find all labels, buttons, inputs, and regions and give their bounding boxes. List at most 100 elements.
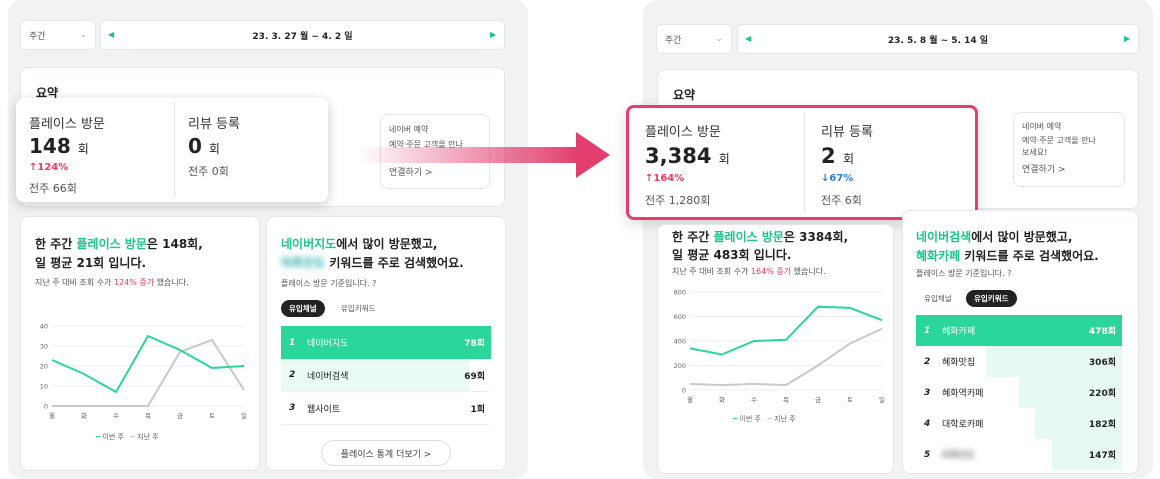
weekly-subtext: 지난 주 대비 조회 수가 124% 증가 했습니다. [35, 278, 189, 287]
row-count: 478회 [1088, 327, 1116, 337]
visits-unit: 회 [77, 142, 89, 156]
table-row: 2 혜화맛집 306회 [916, 346, 1122, 377]
row-rank: 5 [924, 449, 931, 460]
date-range-text: 23. 3. 27 월 ~ 4. 2 일 [252, 31, 353, 42]
row-count: 182회 [1088, 420, 1116, 430]
weekly-headline: 한 주간 플레이스 방문은 3384회, 일 평균 483회 입니다. [672, 230, 849, 262]
row-rank: 3 [924, 387, 931, 398]
y-tick-label: 30 [40, 343, 48, 351]
next-week-icon[interactable]: ▶ [1124, 34, 1130, 43]
row-name: 네이버검색 [307, 371, 349, 382]
y-tick-label: 600 [674, 313, 686, 321]
row-name: 마루끈도 [942, 451, 976, 461]
stats-divider [804, 112, 805, 214]
tab-inflow-channel[interactable]: 유입채널 [916, 290, 960, 307]
next-week-icon[interactable]: ▶ [490, 30, 496, 39]
visits-change: ↑164% [645, 173, 685, 184]
period-select-label: 주간 [29, 31, 46, 42]
reviews-label: 리뷰 등록 [188, 117, 240, 132]
weekly-visits-chart: 0 200 400 600 800 월 화 수 목 금 토 일 [674, 289, 885, 405]
row-name: 혜화카페 [942, 327, 976, 337]
chart-legend: ━ 이번 주 ━ 지난 주 [96, 433, 159, 441]
row-count: 78회 [464, 339, 485, 349]
stats-divider [174, 102, 175, 198]
row-rank: 4 [924, 418, 931, 429]
reviews-number: 2 [821, 144, 836, 168]
more-stats-button[interactable]: 플레이스 통계 더보기 > [321, 440, 451, 466]
row-rank: 1 [289, 337, 296, 348]
y-tick-label: 400 [674, 338, 686, 346]
x-tick-label: 월 [687, 395, 693, 404]
y-tick-label: 40 [40, 323, 48, 331]
prev-week-icon[interactable]: ◀ [108, 30, 114, 39]
weekly-subtext: 지난 주 대비 조회 수가 164% 증가 했습니다. [672, 267, 826, 276]
x-tick-label: 목 [145, 412, 151, 420]
visits-value: 148 회 [29, 134, 89, 158]
tab-inflow-channel[interactable]: 유입채널 [281, 300, 325, 317]
tab-inflow-keyword[interactable]: 유입키워드 [333, 300, 384, 317]
row-count: 69회 [464, 371, 485, 382]
reviews-prev: 전주 0회 [188, 165, 229, 178]
x-tick-label: 수 [113, 412, 119, 420]
reviews-change: ↓67% [821, 173, 854, 184]
x-tick-label: 토 [847, 396, 853, 404]
chart-legend: ━ 이번 주 ━ 지난 주 [733, 415, 796, 423]
visits-prev: 전주 66회 [29, 182, 77, 195]
reviews-label: 리뷰 등록 [821, 125, 873, 140]
basis-note: 플레이스 방문 기준입니다. ? [916, 269, 1012, 278]
table-row: 3 웹사이트 1회 [281, 392, 491, 425]
date-range-text: 23. 5. 8 월 ~ 5. 14 일 [887, 35, 989, 46]
x-tick-label: 일 [879, 395, 885, 404]
reviews-unit: 회 [208, 142, 220, 156]
reviews-prev: 전주 6회 [821, 194, 862, 207]
row-rank: 2 [289, 370, 296, 380]
row-count: 147회 [1088, 451, 1116, 461]
period-select-label: 주간 [665, 35, 682, 46]
row-rank: 3 [289, 403, 296, 413]
table-row: 2 네이버검색 69회 [281, 359, 491, 392]
visits-number: 3,384 [645, 144, 712, 168]
x-tick-label: 금 [177, 412, 183, 420]
visits-value: 3,384 회 [645, 144, 730, 168]
naver-booking-link[interactable]: 연결하기 > [1022, 162, 1066, 175]
prev-week-icon[interactable]: ◀ [745, 34, 751, 43]
transition-arrow-icon [358, 132, 610, 178]
x-tick-label: 월 [49, 411, 55, 420]
channel-headline: 네이버지도에서 많이 방문했고, 마루끈도 키워드를 주로 검색했어요. [281, 237, 464, 270]
period-select[interactable]: 주간 ⌄ [656, 24, 732, 54]
chevron-down-icon: ⌄ [715, 34, 723, 44]
table-row: 5 마루끈도 147회 [916, 439, 1122, 470]
series-line [689, 327, 883, 387]
visits-change: ↑124% [29, 162, 69, 173]
y-tick-label: 20 [40, 363, 48, 371]
row-rank: 2 [924, 356, 931, 367]
reviews-value: 0 회 [188, 134, 220, 158]
weekly-headline: 한 주간 플레이스 방문은 148회, 일 평균 21회 입니다. [35, 237, 203, 270]
row-name: 네이버지도 [307, 339, 349, 349]
chevron-down-icon: ⌄ [79, 30, 87, 40]
table-row: 1 혜화카페 478회 [916, 315, 1122, 346]
summary-title: 요약 [673, 88, 696, 102]
y-tick-label: 0 [44, 403, 48, 411]
row-count: 306회 [1088, 358, 1116, 368]
row-name: 혜화맛집 [942, 358, 976, 368]
x-tick-label: 토 [209, 412, 215, 420]
table-row: 4 대학로카페 182회 [916, 408, 1122, 439]
reviews-value: 2 회 [821, 144, 854, 168]
visits-label: 플레이스 방문 [29, 117, 105, 132]
table-row: 3 혜화역카페 220회 [916, 377, 1122, 408]
series-line [689, 305, 883, 356]
row-count: 1회 [470, 404, 485, 415]
visits-unit: 회 [718, 152, 730, 166]
table-row: 1 네이버지도 78회 [281, 326, 491, 359]
period-select[interactable]: 주간 ⌄ [20, 20, 96, 50]
naver-booking-desc: 예약·주문 고객을 만나 보세요! [1022, 136, 1096, 157]
x-tick-label: 금 [815, 396, 821, 404]
date-range-bar: 23. 3. 27 월 ~ 4. 2 일 [100, 20, 505, 50]
row-name: 웹사이트 [307, 404, 341, 415]
x-tick-label: 수 [751, 396, 757, 404]
visits-number: 148 [29, 134, 71, 158]
y-tick-label: 10 [40, 383, 48, 391]
date-range-bar: 23. 5. 8 월 ~ 5. 14 일 [737, 24, 1139, 54]
tab-inflow-keyword[interactable]: 유입키워드 [966, 290, 1017, 307]
